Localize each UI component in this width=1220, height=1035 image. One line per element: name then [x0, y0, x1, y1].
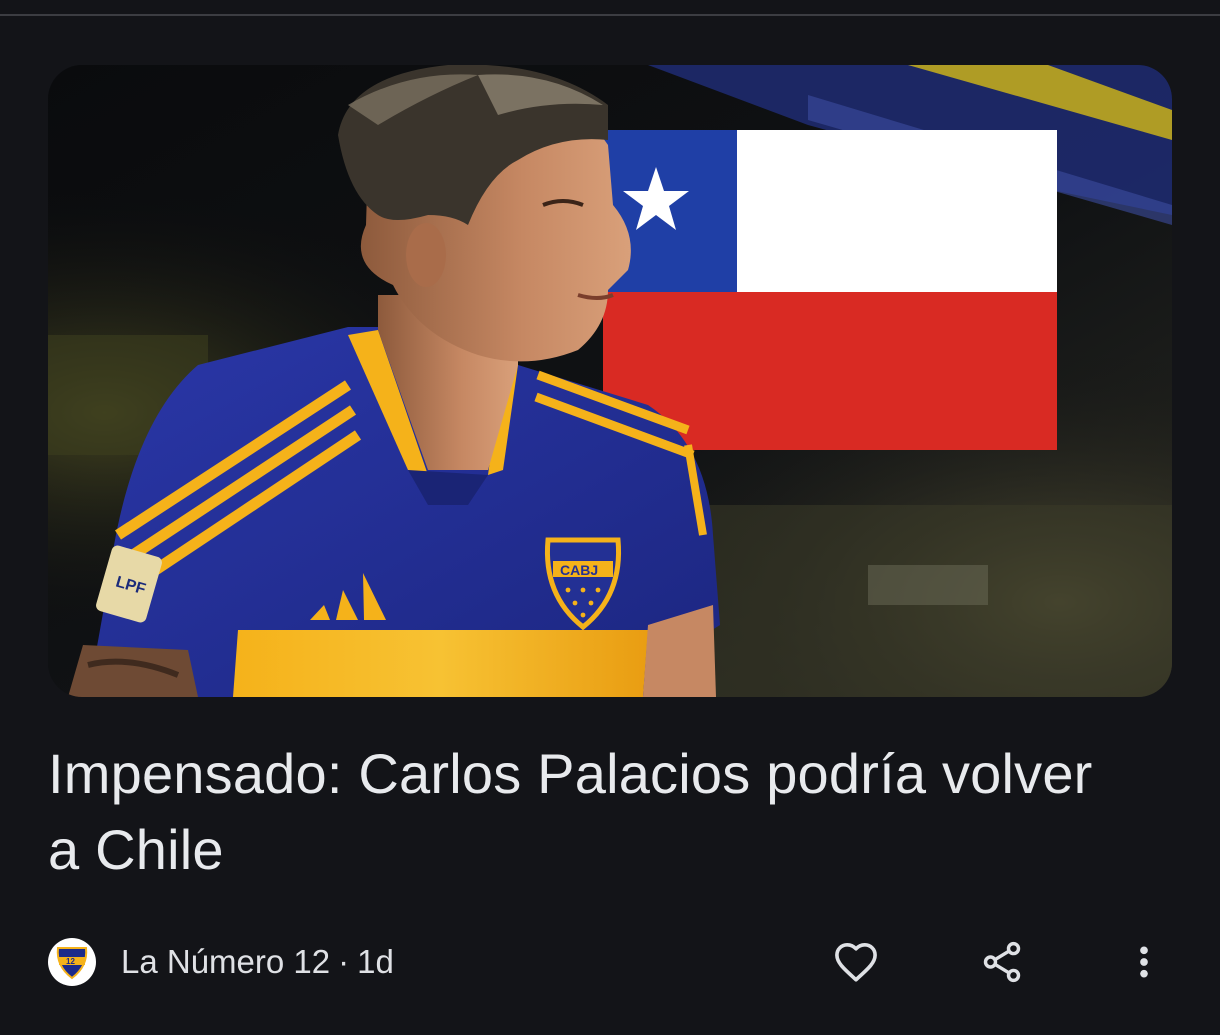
source-info: La Número 12 · 1d: [121, 944, 394, 980]
article-age: 1d: [357, 943, 394, 980]
like-button[interactable]: [828, 936, 884, 988]
source-name[interactable]: La Número 12: [121, 943, 330, 980]
source-logo: 12: [48, 938, 96, 986]
share-button[interactable]: [974, 936, 1030, 988]
share-icon: [983, 941, 1021, 983]
club-shield-icon: 12: [56, 947, 88, 980]
svg-text:CABJ: CABJ: [560, 562, 598, 578]
news-card[interactable]: LPF CABJ Impensado: Carlos Palacios podr…: [0, 16, 1220, 1035]
article-meta-row: 12 La Número 12 · 1d: [48, 936, 1172, 988]
heart-outline-icon: [835, 943, 877, 982]
svg-text:12: 12: [66, 957, 75, 966]
article-image[interactable]: LPF CABJ: [48, 65, 1172, 697]
article-headline[interactable]: Impensado: Carlos Palacios podría volver…: [48, 736, 1128, 888]
more-options-button[interactable]: [1116, 936, 1172, 988]
meta-separator: ·: [338, 943, 350, 980]
more-vert-icon: [1140, 946, 1148, 978]
chile-flag: [603, 130, 1057, 450]
player-photo-illustration: LPF CABJ: [48, 65, 1172, 697]
